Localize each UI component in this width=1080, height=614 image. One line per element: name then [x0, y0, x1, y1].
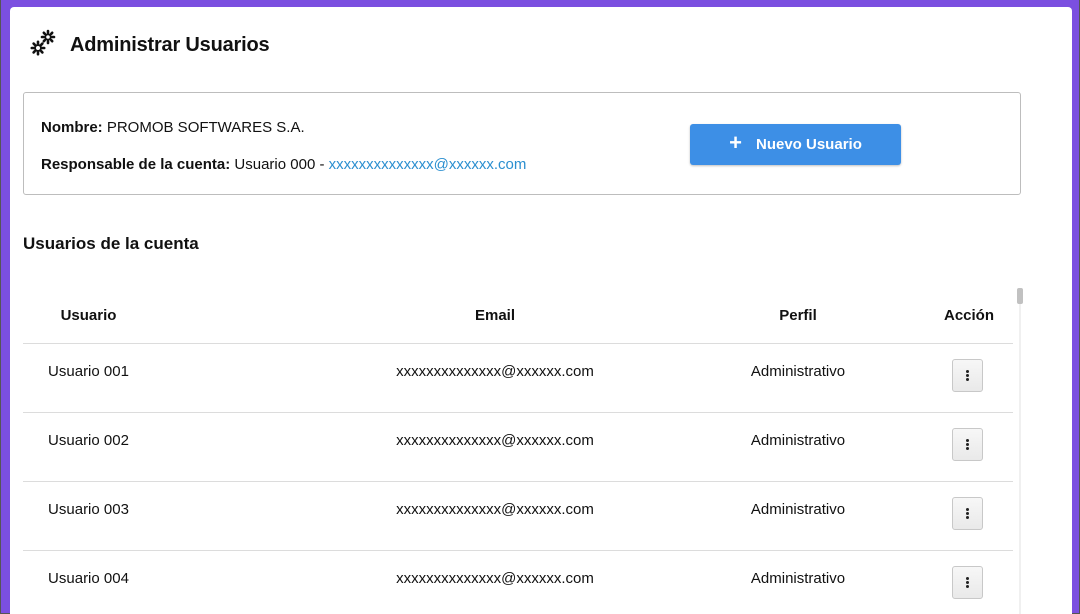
user-email-link[interactable]: xxxxxxxxxxxxxx@xxxxxx.com [365, 363, 625, 380]
row-actions-button[interactable] [952, 428, 983, 461]
table-row: Usuario 003 xxxxxxxxxxxxxx@xxxxxx.com Ad… [23, 481, 1013, 551]
table-row: Usuario 004 xxxxxxxxxxxxxx@xxxxxx.com Ad… [23, 550, 1013, 614]
user-name-cell: Usuario 004 [48, 570, 129, 587]
account-info-box: Nombre: PROMOB SOFTWARES S.A. Responsabl… [23, 92, 1021, 195]
new-user-button[interactable]: + Nuevo Usuario [690, 124, 901, 165]
user-profile-cell: Administrativo [750, 501, 846, 518]
kebab-menu-icon [966, 577, 969, 588]
column-header-user: Usuario [60, 307, 117, 324]
user-name-cell: Usuario 002 [48, 432, 129, 449]
table-scrollbar[interactable] [1017, 288, 1023, 614]
column-header-action: Acción [943, 307, 994, 324]
section-title: Usuarios de la cuenta [23, 234, 199, 253]
user-profile-cell: Administrativo [750, 570, 846, 587]
account-owner-label: Responsable de la cuenta: [41, 156, 231, 173]
kebab-menu-icon [966, 439, 969, 450]
kebab-menu-icon [966, 508, 969, 519]
table-row: Usuario 002 xxxxxxxxxxxxxx@xxxxxx.com Ad… [23, 412, 1013, 482]
page-header: Administrar Usuarios [10, 7, 1072, 63]
row-actions-button[interactable] [952, 497, 983, 530]
user-email-link[interactable]: xxxxxxxxxxxxxx@xxxxxx.com [365, 570, 625, 587]
account-name-value: PROMOB SOFTWARES S.A. [106, 119, 305, 136]
gears-icon [30, 29, 56, 56]
account-name-line: Nombre: PROMOB SOFTWARES S.A. [41, 119, 305, 136]
table-row: Usuario 001 xxxxxxxxxxxxxx@xxxxxx.com Ad… [23, 343, 1013, 413]
user-email-link[interactable]: xxxxxxxxxxxxxx@xxxxxx.com [365, 432, 625, 449]
account-name-label: Nombre: [41, 119, 103, 136]
user-email-link[interactable]: xxxxxxxxxxxxxx@xxxxxx.com [365, 501, 625, 518]
new-user-button-label: Nuevo Usuario [756, 136, 862, 153]
plus-icon: + [729, 129, 742, 155]
account-owner-line: Responsable de la cuenta: Usuario 000 - … [41, 156, 526, 173]
window-frame: Administrar Usuarios Nombre: PROMOB SOFT… [0, 0, 1080, 614]
scrollbar-thumb[interactable] [1017, 288, 1023, 304]
column-header-profile: Perfil [779, 307, 817, 324]
users-admin-panel: Administrar Usuarios Nombre: PROMOB SOFT… [10, 7, 1072, 614]
account-owner-value: Usuario 000 - [234, 156, 325, 173]
kebab-menu-icon [966, 370, 969, 381]
page-title: Administrar Usuarios [70, 34, 270, 56]
table-header: Usuario Email Perfil Acción [23, 287, 1013, 344]
account-owner-email-link[interactable]: xxxxxxxxxxxxxx@xxxxxx.com [329, 156, 527, 173]
user-name-cell: Usuario 003 [48, 501, 129, 518]
user-name-cell: Usuario 001 [48, 363, 129, 380]
scrollbar-track [1019, 304, 1021, 614]
column-header-email: Email [474, 307, 516, 324]
user-profile-cell: Administrativo [750, 432, 846, 449]
row-actions-button[interactable] [952, 566, 983, 599]
row-actions-button[interactable] [952, 359, 983, 392]
user-profile-cell: Administrativo [750, 363, 846, 380]
